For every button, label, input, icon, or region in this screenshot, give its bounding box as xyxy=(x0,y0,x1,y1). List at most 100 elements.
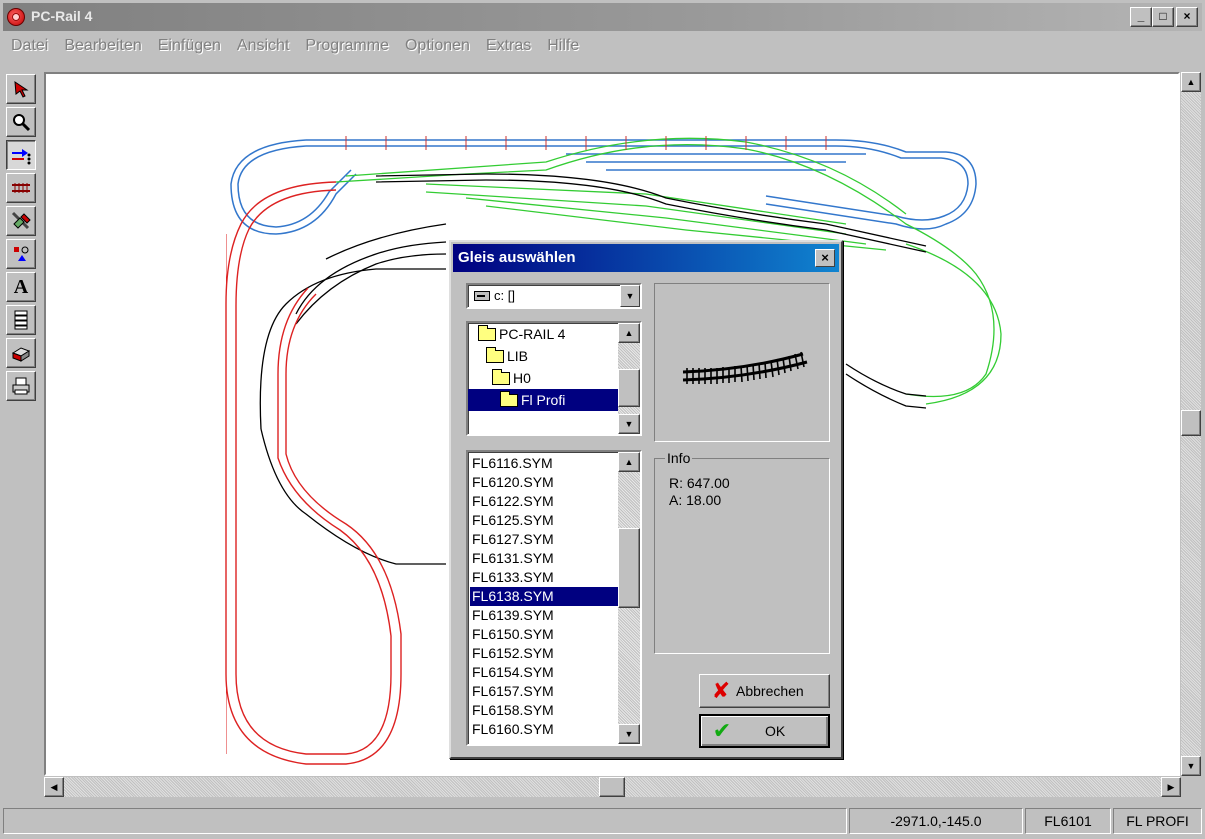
select-arrow-tool[interactable] xyxy=(6,74,36,104)
cancel-label: Abbrechen xyxy=(736,683,804,699)
folder-label: H0 xyxy=(513,370,531,386)
dialog-title-bar[interactable]: Gleis auswählen × xyxy=(453,244,839,272)
vertical-scrollbar[interactable]: ▲ ▼ xyxy=(1181,72,1201,776)
folder-scrollbar[interactable]: ▲ ▼ xyxy=(618,323,640,434)
list-item[interactable]: FL6160.SYM xyxy=(470,720,618,739)
list-item[interactable]: FL6152.SYM xyxy=(470,644,618,663)
select-track-dialog: Gleis auswählen × c: [] ▼ PC-RAIL 4 LIB … xyxy=(449,240,843,759)
menu-ansicht[interactable]: Ansicht xyxy=(229,33,297,59)
layers-tool[interactable] xyxy=(6,305,36,335)
folder-label: PC-RAIL 4 xyxy=(499,326,566,342)
list-item[interactable]: FL6157.SYM xyxy=(470,682,618,701)
folder-scroll-thumb[interactable] xyxy=(618,369,640,407)
list-item[interactable]: FL6120.SYM xyxy=(470,473,618,492)
folder-item[interactable]: LIB xyxy=(486,345,616,367)
close-button[interactable]: × xyxy=(1176,7,1198,27)
file-scroll-up[interactable]: ▲ xyxy=(618,452,640,472)
folder-label: LIB xyxy=(507,348,529,364)
block-3d-icon xyxy=(11,347,31,362)
menu-hilfe[interactable]: Hilfe xyxy=(539,33,587,59)
layers-icon xyxy=(14,310,28,330)
magnifier-icon xyxy=(13,114,31,132)
menu-bearbeiten[interactable]: Bearbeiten xyxy=(56,33,149,59)
rail-segment-tool[interactable] xyxy=(6,173,36,203)
menu-programme[interactable]: Programme xyxy=(297,33,397,59)
cut-track-icon xyxy=(11,211,31,230)
arrow-icon xyxy=(14,81,29,98)
maximize-button[interactable]: □ xyxy=(1152,7,1174,27)
open-folder-icon xyxy=(486,346,504,363)
open-folder-icon xyxy=(500,390,518,407)
horizontal-scroll-thumb[interactable] xyxy=(599,777,625,797)
printer-icon xyxy=(12,377,30,395)
curved-track-preview-icon xyxy=(682,351,808,384)
drive-select[interactable]: c: [] ▼ xyxy=(466,283,642,309)
list-item-selected[interactable]: FL6138.SYM xyxy=(470,587,618,606)
horizontal-scrollbar[interactable]: ◀ ▶ xyxy=(44,777,1181,797)
drive-dropdown-button[interactable]: ▼ xyxy=(620,285,640,307)
window-title: PC-Rail 4 xyxy=(31,8,93,24)
text-tool[interactable]: A xyxy=(6,272,36,302)
text-tool-label: A xyxy=(13,275,29,298)
folder-item-selected[interactable]: Fl Profi xyxy=(468,389,618,411)
status-symbol: FL6101 xyxy=(1025,808,1111,834)
list-item[interactable]: FL6125.SYM xyxy=(470,511,618,530)
status-message xyxy=(3,808,847,834)
drive-icon xyxy=(474,291,490,301)
folder-item[interactable]: PC-RAIL 4 xyxy=(478,323,618,345)
folder-item[interactable]: H0 xyxy=(492,367,612,389)
menu-einfuegen[interactable]: Einfügen xyxy=(150,33,229,59)
rail-icon xyxy=(12,183,30,193)
info-radius: R: 647.00 xyxy=(669,475,730,491)
file-list[interactable]: FL6116.SYM FL6120.SYM FL6122.SYM FL6125.… xyxy=(466,450,642,746)
zoom-tool[interactable] xyxy=(6,107,36,137)
window-buttons: _ □ × xyxy=(1130,7,1198,27)
list-item[interactable]: FL6133.SYM xyxy=(470,568,618,587)
red-x-icon: ✘ xyxy=(711,678,731,703)
file-scroll-down[interactable]: ▼ xyxy=(618,724,640,744)
dialog-title: Gleis auswählen xyxy=(458,249,576,266)
ok-label: OK xyxy=(765,723,786,739)
folder-scroll-up[interactable]: ▲ xyxy=(618,323,640,343)
folder-label: Fl Profi xyxy=(521,392,566,408)
file-scrollbar[interactable]: ▲ ▼ xyxy=(618,452,640,744)
list-item[interactable]: FL6139.SYM xyxy=(470,606,618,625)
dialog-close-button[interactable]: × xyxy=(815,249,835,267)
list-item[interactable]: FL6150.SYM xyxy=(470,625,618,644)
menu-datei[interactable]: Datei xyxy=(3,33,56,59)
status-bar: -2971.0,-145.0 FL6101 FL PROFI xyxy=(3,806,1202,836)
app-icon[interactable] xyxy=(7,8,25,26)
list-item[interactable]: FL6158.SYM xyxy=(470,701,618,720)
app-window: PC-Rail 4 _ □ × Datei Bearbeiten Einfüge… xyxy=(0,0,1205,839)
scroll-right-button[interactable]: ▶ xyxy=(1161,777,1181,797)
list-item[interactable]: FL6122.SYM xyxy=(470,492,618,511)
minimize-button[interactable]: _ xyxy=(1130,7,1152,27)
list-item[interactable]: FL6131.SYM xyxy=(470,549,618,568)
menu-extras[interactable]: Extras xyxy=(478,33,539,59)
track-preview xyxy=(654,283,830,442)
track-insert-icon xyxy=(12,149,31,165)
info-group: Info R: 647.00 A: 18.00 xyxy=(654,450,830,654)
track-insert-tool[interactable] xyxy=(6,140,36,170)
print-tool[interactable] xyxy=(6,371,36,401)
folder-tree[interactable]: PC-RAIL 4 LIB H0 Fl Profi ▲ ▼ xyxy=(466,321,642,436)
cancel-button[interactable]: ✘ Abbrechen xyxy=(699,674,830,708)
cut-tool[interactable] xyxy=(6,206,36,236)
menu-optionen[interactable]: Optionen xyxy=(397,33,478,59)
scroll-down-button[interactable]: ▼ xyxy=(1181,756,1201,776)
list-item[interactable]: FL6116.SYM xyxy=(470,454,618,473)
scroll-up-button[interactable]: ▲ xyxy=(1181,72,1201,92)
file-scroll-thumb[interactable] xyxy=(618,528,640,608)
scroll-left-button[interactable]: ◀ xyxy=(44,777,64,797)
vertical-scroll-thumb[interactable] xyxy=(1181,410,1201,436)
title-bar[interactable]: PC-Rail 4 _ □ × xyxy=(3,3,1202,31)
folder-scroll-down[interactable]: ▼ xyxy=(618,414,640,434)
signal-tool[interactable] xyxy=(6,239,36,269)
info-legend: Info xyxy=(665,450,693,466)
list-item[interactable]: FL6127.SYM xyxy=(470,530,618,549)
ok-button[interactable]: ✔ OK xyxy=(699,714,830,748)
layer-3d-tool[interactable] xyxy=(6,338,36,368)
status-library: FL PROFI xyxy=(1113,808,1202,834)
list-item[interactable]: FL6154.SYM xyxy=(470,663,618,682)
status-coordinates: -2971.0,-145.0 xyxy=(849,808,1023,834)
